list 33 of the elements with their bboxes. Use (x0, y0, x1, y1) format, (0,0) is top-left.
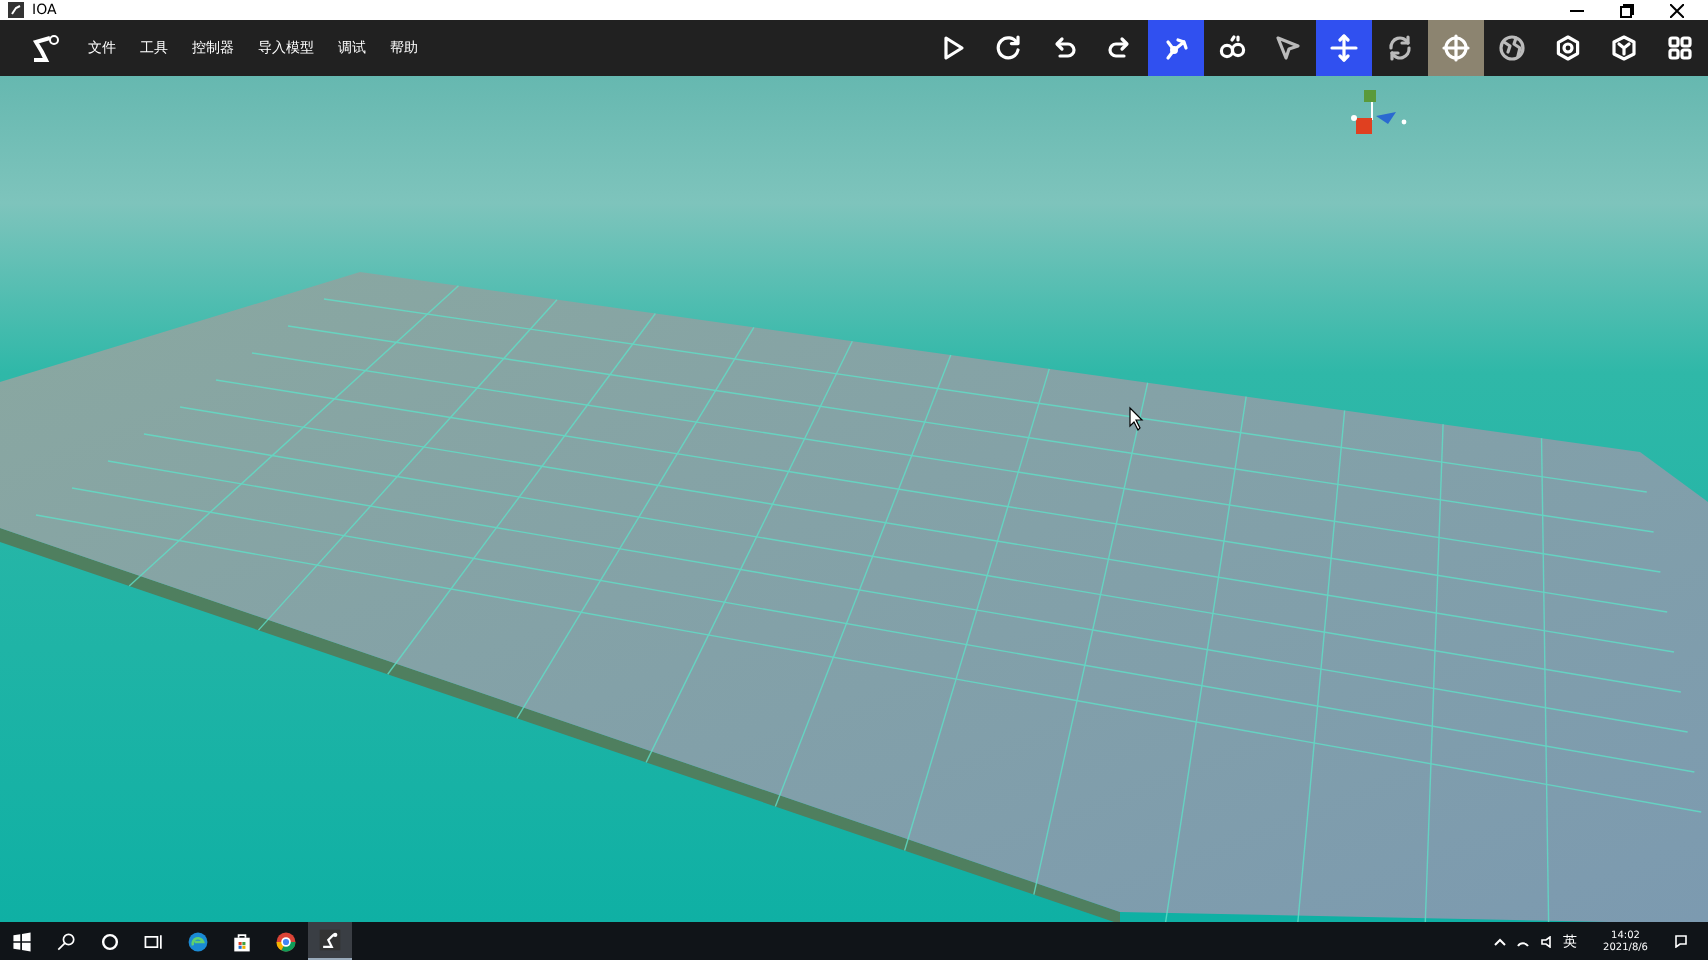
chrome-browser-icon (274, 929, 298, 953)
search-icon (54, 929, 78, 953)
close-icon[interactable] (1670, 3, 1684, 17)
maximize-icon[interactable] (1620, 3, 1634, 17)
task-view-icon (142, 929, 166, 953)
notification-icon[interactable] (1674, 934, 1688, 948)
chevron-up-icon[interactable] (1493, 937, 1506, 945)
pointer-icon (1274, 34, 1302, 62)
taskbar-button[interactable] (308, 922, 352, 960)
robot-arm-logo (28, 34, 60, 62)
redo-icon (1106, 34, 1134, 62)
refresh-icon (994, 34, 1022, 62)
rotate-icon (1386, 34, 1414, 62)
gears-icon (1218, 34, 1246, 62)
shopping-bag-icon (230, 929, 254, 953)
move-arrows-icon (1330, 34, 1358, 62)
transform-gizmo-icon (1351, 90, 1407, 134)
toolbar-button[interactable] (1148, 20, 1204, 76)
toolbar-button[interactable] (1316, 20, 1372, 76)
undo-icon (1050, 34, 1078, 62)
robot-arm-icon (318, 928, 342, 952)
windows-start-icon (10, 929, 34, 953)
globe-icon (1498, 34, 1526, 62)
robot-arm-icon (1162, 34, 1190, 62)
circle-icon (98, 929, 122, 953)
grid-icon (1666, 34, 1694, 62)
speaker-icon[interactable] (1539, 935, 1554, 947)
cube-icon (1610, 34, 1638, 62)
play-icon (938, 34, 966, 62)
mouse-cursor-icon (1129, 406, 1144, 431)
settings-icon (1554, 34, 1582, 62)
crosshair-icon (1442, 34, 1470, 62)
edge-browser-icon (186, 929, 210, 953)
